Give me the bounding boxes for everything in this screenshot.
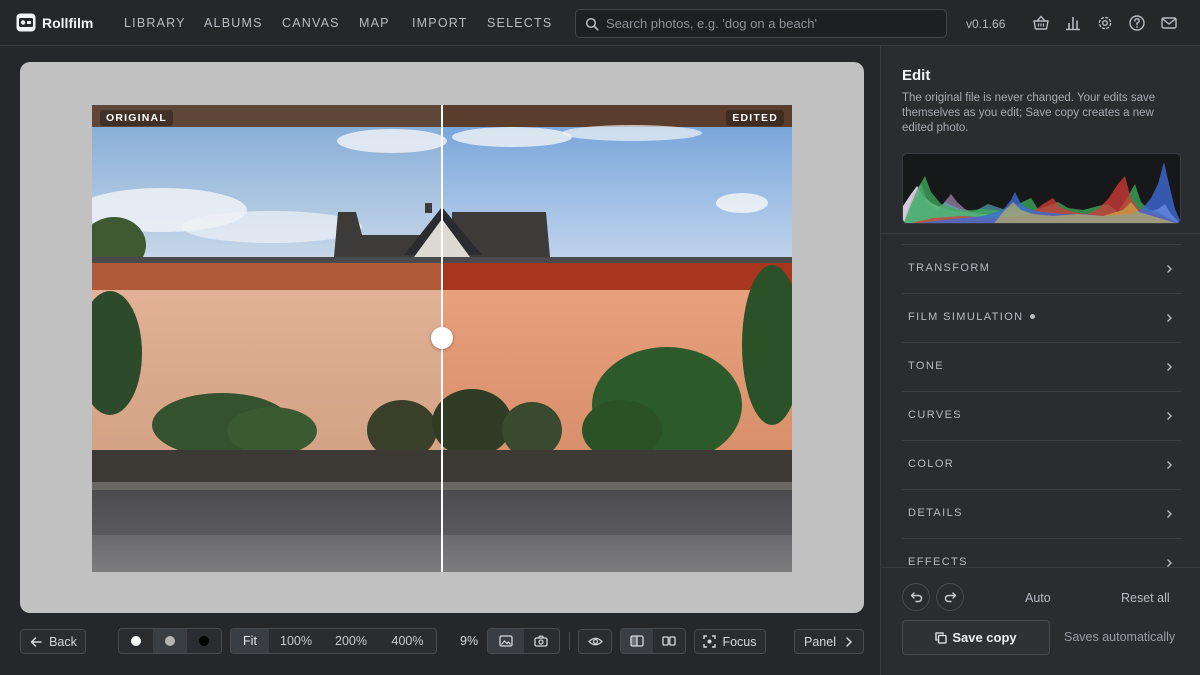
save-copy-button[interactable]: Save copy xyxy=(902,620,1050,655)
panel-toggle-button[interactable]: Panel xyxy=(794,629,864,654)
modified-indicator xyxy=(1029,313,1035,319)
undo-icon xyxy=(910,592,922,603)
mail-icon[interactable] xyxy=(1160,14,1178,32)
zoom-value: 9% xyxy=(460,634,479,648)
original-label: ORIGINAL xyxy=(100,110,173,126)
section-film-simulation[interactable]: FILM SIMULATION xyxy=(902,293,1181,342)
gray-dot-icon xyxy=(165,636,175,646)
side-by-side-icon xyxy=(662,636,676,646)
preview-mode-selector xyxy=(487,628,560,654)
panel-divider xyxy=(881,233,1200,234)
eye-icon xyxy=(587,637,603,646)
focus-button[interactable]: Focus xyxy=(694,629,766,654)
top-bar: Rollfilm LIBRARY ALBUMS CANVAS MAP IMPOR… xyxy=(0,0,1200,46)
histogram xyxy=(902,153,1181,224)
bg-gray-option[interactable] xyxy=(153,629,187,653)
compare-layout-selector xyxy=(620,628,686,654)
nav-import[interactable]: IMPORT xyxy=(412,16,468,30)
nav-canvas[interactable]: CANVAS xyxy=(282,16,340,30)
section-transform[interactable]: TRANSFORM xyxy=(902,244,1181,293)
search-box xyxy=(575,9,947,38)
panel-label: Panel xyxy=(804,634,836,649)
image-mode-option[interactable] xyxy=(488,629,524,653)
search-icon xyxy=(585,17,599,31)
compare-slider-handle[interactable] xyxy=(431,327,453,349)
nav-map[interactable]: MAP xyxy=(359,16,390,30)
side-by-side-option[interactable] xyxy=(653,629,685,653)
panel-footer: Auto Reset all Save copy Saves automatic… xyxy=(881,567,1200,675)
chevron-right-icon xyxy=(1167,510,1172,518)
auto-button[interactable]: Auto xyxy=(1025,591,1051,605)
section-label: TONE xyxy=(908,360,944,372)
edit-panel: Edit The original file is never changed.… xyxy=(880,46,1200,675)
focus-label: Focus xyxy=(722,634,757,649)
photo-viewer: ORIGINAL EDITED xyxy=(20,62,864,613)
search-input[interactable] xyxy=(606,10,941,37)
undo-button[interactable] xyxy=(902,583,930,611)
rollfilm-logo-icon xyxy=(16,13,36,32)
zoom-selector: Fit 100% 200% 400% xyxy=(230,628,437,654)
focus-icon xyxy=(703,635,717,648)
section-label: TRANSFORM xyxy=(908,262,991,274)
nav-selects[interactable]: SELECTS xyxy=(487,16,552,30)
black-dot-icon xyxy=(199,636,209,646)
version-label: v0.1.66 xyxy=(966,17,1006,31)
camera-icon xyxy=(534,635,548,647)
zoom-100-option[interactable]: 100% xyxy=(269,629,323,653)
help-icon[interactable] xyxy=(1128,14,1146,32)
arrow-left-icon xyxy=(30,636,42,647)
back-label: Back xyxy=(49,634,77,649)
copy-icon xyxy=(935,631,947,644)
section-curves[interactable]: CURVES xyxy=(902,391,1181,440)
section-tone[interactable]: TONE xyxy=(902,342,1181,391)
background-selector xyxy=(118,628,222,654)
nav-library[interactable]: LIBRARY xyxy=(124,16,186,30)
zoom-fit-option[interactable]: Fit xyxy=(231,629,269,653)
chevron-right-icon xyxy=(1167,314,1172,322)
section-label: DETAILS xyxy=(908,507,963,519)
toolbar-separator xyxy=(569,632,570,650)
split-view-icon xyxy=(630,635,644,647)
panel-title: Edit xyxy=(902,67,931,84)
edited-label: EDITED xyxy=(726,110,784,126)
nav-albums[interactable]: ALBUMS xyxy=(204,16,263,30)
bg-white-option[interactable] xyxy=(119,629,153,653)
image-icon xyxy=(499,635,513,647)
brand-name: Rollfilm xyxy=(42,15,94,31)
save-copy-label: Save copy xyxy=(952,630,1017,645)
chevron-right-icon xyxy=(1167,363,1172,371)
redo-button[interactable] xyxy=(936,583,964,611)
zoom-200-option[interactable]: 200% xyxy=(323,629,379,653)
section-label: COLOR xyxy=(908,458,955,470)
back-button[interactable]: Back xyxy=(20,629,86,654)
basket-icon[interactable] xyxy=(1032,14,1050,32)
section-details[interactable]: DETAILS xyxy=(902,489,1181,538)
chevron-right-icon xyxy=(846,636,852,647)
zoom-400-option[interactable]: 400% xyxy=(379,629,436,653)
section-label: FILM SIMULATION xyxy=(908,311,1035,323)
toggle-visibility-button[interactable] xyxy=(578,629,612,654)
reset-all-button[interactable]: Reset all xyxy=(1121,591,1170,605)
settings-icon[interactable] xyxy=(1096,14,1114,32)
histogram-graph xyxy=(903,162,1180,223)
section-label: CURVES xyxy=(908,409,963,421)
autosave-status: Saves automatically xyxy=(1064,630,1176,644)
white-dot-icon xyxy=(131,636,141,646)
panel-description: The original file is never changed. Your… xyxy=(902,92,1156,134)
stats-icon[interactable] xyxy=(1064,14,1082,32)
redo-icon xyxy=(944,592,956,603)
camera-mode-option[interactable] xyxy=(524,629,560,653)
compare-photo: ORIGINAL EDITED xyxy=(92,105,792,572)
section-color[interactable]: COLOR xyxy=(902,440,1181,489)
chevron-right-icon xyxy=(1167,265,1172,273)
bg-black-option[interactable] xyxy=(187,629,221,653)
chevron-right-icon xyxy=(1167,412,1172,420)
chevron-right-icon xyxy=(1167,461,1172,469)
split-view-option[interactable] xyxy=(621,629,653,653)
